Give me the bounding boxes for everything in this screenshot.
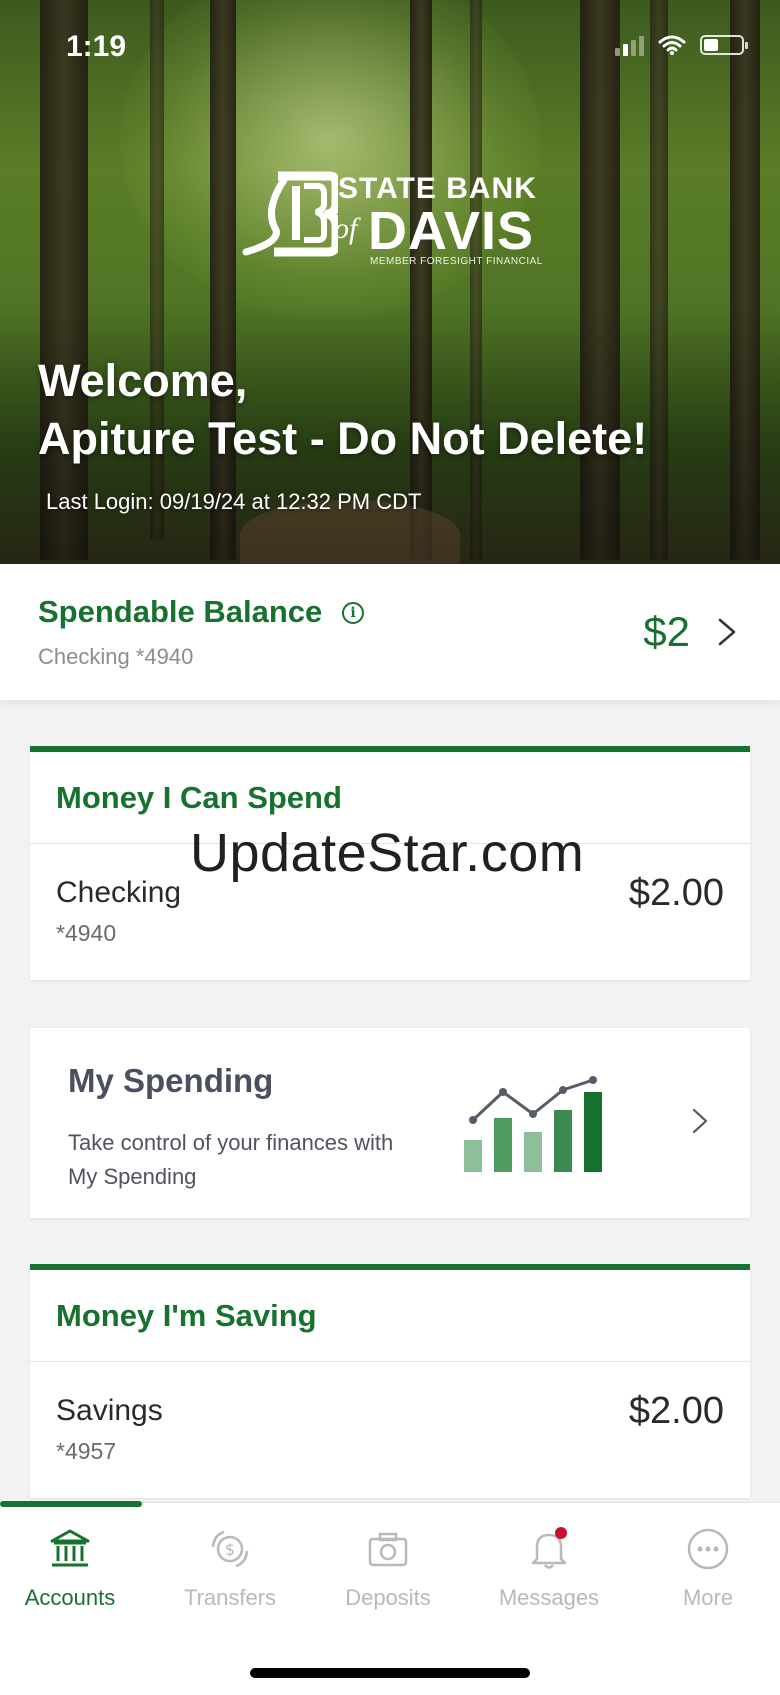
bank-tagline: MEMBER FORESIGHT FINANCIAL [370,256,543,267]
welcome-heading: Welcome, Apiture Test - Do Not Delete! [38,352,647,468]
chevron-right-icon [692,1108,708,1134]
account-name: Savings [56,1394,163,1427]
info-icon[interactable]: i [342,602,364,624]
account-number: *4957 [56,1438,117,1464]
spendable-amount: $2 [643,608,690,655]
bank-icon [50,1529,90,1567]
my-spending-description: Take control of your finances with My Sp… [68,1130,394,1189]
hero-banner: 1:19 STATE BANK of DAVIS MEMBER FORESIGH… [0,0,780,564]
bottom-tab-bar: Accounts $ Transfers Deposits Messages M… [0,1501,780,1695]
wifi-icon [658,35,686,55]
spendable-account: Checking *4940 [38,644,194,669]
battery-icon [700,35,748,55]
home-indicator [250,1668,530,1678]
account-name: Checking [56,876,182,909]
chevron-right-icon [718,618,736,646]
spendable-balance-row[interactable]: Spendable Balance i Checking *4940 $2 [0,564,780,700]
active-tab-indicator [0,1501,142,1507]
tab-messages[interactable]: Messages [479,1527,619,1611]
tab-more[interactable]: More [638,1527,778,1611]
notification-badge [555,1527,567,1539]
account-balance: $2.00 [628,872,724,914]
svg-text:$: $ [225,1540,235,1559]
tab-transfers[interactable]: $ Transfers [160,1527,300,1611]
account-row-savings[interactable]: Savings *4957 $2.00 [30,1362,750,1492]
last-login: Last Login: 09/19/24 at 12:32 PM CDT [46,489,422,514]
tab-deposits[interactable]: Deposits [318,1527,458,1611]
camera-icon [368,1532,408,1567]
my-spending-title: My Spending [68,1062,274,1099]
bank-logo-mark [242,171,338,257]
watermark: UpdateStar.com [190,823,585,883]
account-balance: $2.00 [628,1390,724,1432]
welcome-line1: Welcome, [38,355,248,406]
status-time: 1:19 [66,30,127,63]
transfer-dollar-icon: $ [211,1530,249,1568]
spendable-balance-title: Spendable Balance [38,594,323,629]
my-spending-card[interactable]: My Spending Take control of your finance… [30,1028,750,1218]
tab-label: Messages [498,1585,600,1610]
bank-name-line2: DAVIS [368,201,535,261]
bank-name-of: of [334,212,358,245]
account-number: *4940 [56,920,117,946]
bank-logo: STATE BANK of DAVIS MEMBER FORESIGHT FIN… [238,170,548,270]
card-title: Money I Can Spend [56,780,342,815]
spending-chart-icon [464,1076,602,1172]
bell-icon [531,1527,567,1569]
tab-label: Accounts [24,1585,116,1610]
more-icon [687,1528,729,1570]
tab-label: More [682,1585,734,1610]
card-title: Money I'm Saving [56,1298,317,1333]
signal-icon [615,34,644,56]
status-icons [615,34,748,56]
tab-accounts[interactable]: Accounts [0,1527,140,1611]
money-im-saving-card: Money I'm Saving Savings *4957 $2.00 [30,1264,750,1498]
tab-label: Transfers [183,1585,277,1610]
tab-label: Deposits [345,1585,431,1610]
welcome-user-name: Apiture Test - Do Not Delete! [38,413,648,464]
card-header: Money I'm Saving [30,1270,750,1362]
